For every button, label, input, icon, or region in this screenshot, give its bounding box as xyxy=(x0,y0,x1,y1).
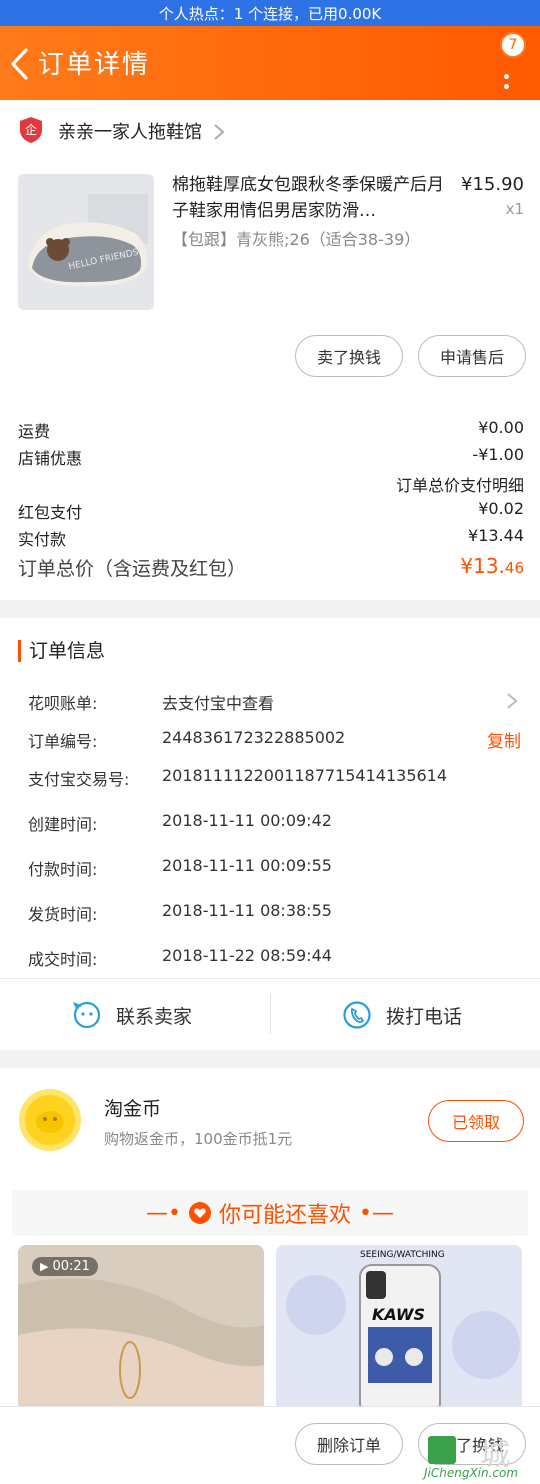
product-title[interactable]: 棉拖鞋厚底女包跟秋冬季保暖产后月子鞋家用情侣男居家防滑… xyxy=(172,172,448,224)
coin-subtitle: 购物返金币，100金币抵1元 xyxy=(104,1130,293,1148)
huabei-label: 花呗账单: xyxy=(28,694,98,713)
recommend-item-phonecase[interactable]: SEEING/WATCHING KAWS xyxy=(276,1245,522,1406)
more-dots-icon xyxy=(504,74,509,79)
chevron-right-icon xyxy=(214,124,225,140)
header: 订单详情 7 xyxy=(0,26,540,100)
total-row: 订单总价（含运费及红包） ¥13.46 xyxy=(18,554,524,581)
coin-claimed-button[interactable]: 已领取 xyxy=(428,1100,524,1142)
product-image[interactable]: HELLO FRIENDS xyxy=(18,174,154,310)
call-phone-button[interactable]: 拨打电话 xyxy=(342,994,462,1036)
order-number-label: 订单编号: xyxy=(28,732,98,751)
hotspot-text: 个人热点：1 个连接，已用0.00K xyxy=(158,4,382,23)
chat-bubble-icon xyxy=(72,1001,101,1029)
recommend-title: 你可能还喜欢 xyxy=(218,1203,351,1228)
paid-label: 实付款 xyxy=(18,530,67,549)
dash-right-icon: •— xyxy=(359,1200,394,1226)
shipped-time-label: 发货时间: xyxy=(28,905,98,924)
paid-row: 实付款 ¥13.44 xyxy=(18,526,524,550)
discount-row: 店铺优惠 -¥1.00 xyxy=(18,445,524,469)
taojinbi-coin-icon xyxy=(19,1089,81,1151)
shop-row[interactable]: 企 亲亲一家人拖鞋馆 xyxy=(0,100,540,160)
recommend-item-bracelet[interactable]: ▶ 00:21 xyxy=(18,1245,264,1406)
alipay-trade-value: 2018111122001187715414135614 xyxy=(162,766,448,785)
discount-label: 店铺优惠 xyxy=(18,449,83,468)
phonecase-brand-text: SEEING/WATCHING xyxy=(360,1250,445,1260)
coin-title: 淘金币 xyxy=(104,1098,162,1120)
product-quantity: x1 xyxy=(505,200,524,218)
done-time-value: 2018-11-22 08:59:44 xyxy=(162,946,332,965)
tmall-shop-icon: 企 xyxy=(20,117,42,143)
phonecase-logo-text: KAWS xyxy=(372,1305,426,1324)
divider xyxy=(270,994,271,1034)
paid-time-value: 2018-11-11 00:09:55 xyxy=(162,856,332,875)
discount-value: -¥1.00 xyxy=(472,445,524,464)
message-count-badge: 7 xyxy=(500,32,526,58)
order-number-value: 244836172322885002 xyxy=(162,728,346,747)
watermark-site: JiChengXin.com xyxy=(424,1466,519,1480)
call-phone-label: 拨打电话 xyxy=(386,1005,463,1028)
shipped-time-value: 2018-11-11 08:38:55 xyxy=(162,901,332,920)
hotspot-status-bar: 个人热点：1 个连接，已用0.00K xyxy=(0,0,540,26)
total-label: 订单总价（含运费及红包） xyxy=(18,558,247,580)
created-time-value: 2018-11-11 00:09:42 xyxy=(162,811,332,830)
sell-button[interactable]: 卖了换钱 xyxy=(295,335,403,377)
created-time-label: 创建时间: xyxy=(28,815,98,834)
page-title: 订单详情 xyxy=(38,50,151,80)
redpacket-label: 红包支付 xyxy=(18,503,83,522)
chevron-right-icon[interactable] xyxy=(506,692,518,710)
redpacket-value: ¥0.02 xyxy=(478,499,524,518)
recommend-header: —• 你可能还喜欢 •— xyxy=(12,1190,528,1236)
product-price: ¥15.90 xyxy=(461,174,524,195)
shipping-label: 运费 xyxy=(18,422,51,441)
paid-time-label: 付款时间: xyxy=(28,860,98,879)
price-detail-link[interactable]: 订单总价支付明细 xyxy=(396,472,524,496)
shop-name: 亲亲一家人拖鞋馆 xyxy=(58,122,202,143)
paid-value: ¥13.44 xyxy=(468,526,524,545)
watermark-logo-icon xyxy=(428,1436,456,1464)
site-watermark: 城 JiChengXin.com xyxy=(424,1436,540,1484)
delete-order-button[interactable]: 删除订单 xyxy=(295,1423,403,1465)
contact-seller-button[interactable]: 联系卖家 xyxy=(72,994,192,1036)
phone-icon xyxy=(343,1001,371,1029)
back-button[interactable] xyxy=(8,46,34,82)
total-value: ¥13.46 xyxy=(460,554,524,578)
contact-seller-label: 联系卖家 xyxy=(116,1005,193,1028)
video-duration: 00:21 xyxy=(52,1259,90,1274)
svg-text:企: 企 xyxy=(25,122,37,137)
shipping-row: 运费 ¥0.00 xyxy=(18,418,524,442)
dash-left-icon: —• xyxy=(146,1200,181,1226)
video-duration-badge: ▶ 00:21 xyxy=(32,1257,98,1276)
order-info-title: 订单信息 xyxy=(18,640,105,662)
product-sku: 【包跟】青灰熊;26（适合38-39） xyxy=(172,230,421,249)
done-time-label: 成交时间: xyxy=(28,950,98,969)
shipping-value: ¥0.00 xyxy=(478,418,524,437)
redpacket-row: 红包支付 ¥0.02 xyxy=(18,499,524,523)
huabei-link[interactable]: 去支付宝中查看 xyxy=(162,690,274,714)
heart-icon xyxy=(188,1202,211,1224)
total-value-main: ¥13. xyxy=(460,554,505,578)
total-value-cents: 46 xyxy=(504,559,524,577)
chevron-left-icon xyxy=(11,48,28,80)
play-icon: ▶ xyxy=(40,1260,49,1273)
alipay-trade-label: 支付宝交易号: xyxy=(28,770,130,789)
copy-button[interactable]: 复制 xyxy=(487,727,521,752)
after-sale-button[interactable]: 申请售后 xyxy=(418,335,526,377)
